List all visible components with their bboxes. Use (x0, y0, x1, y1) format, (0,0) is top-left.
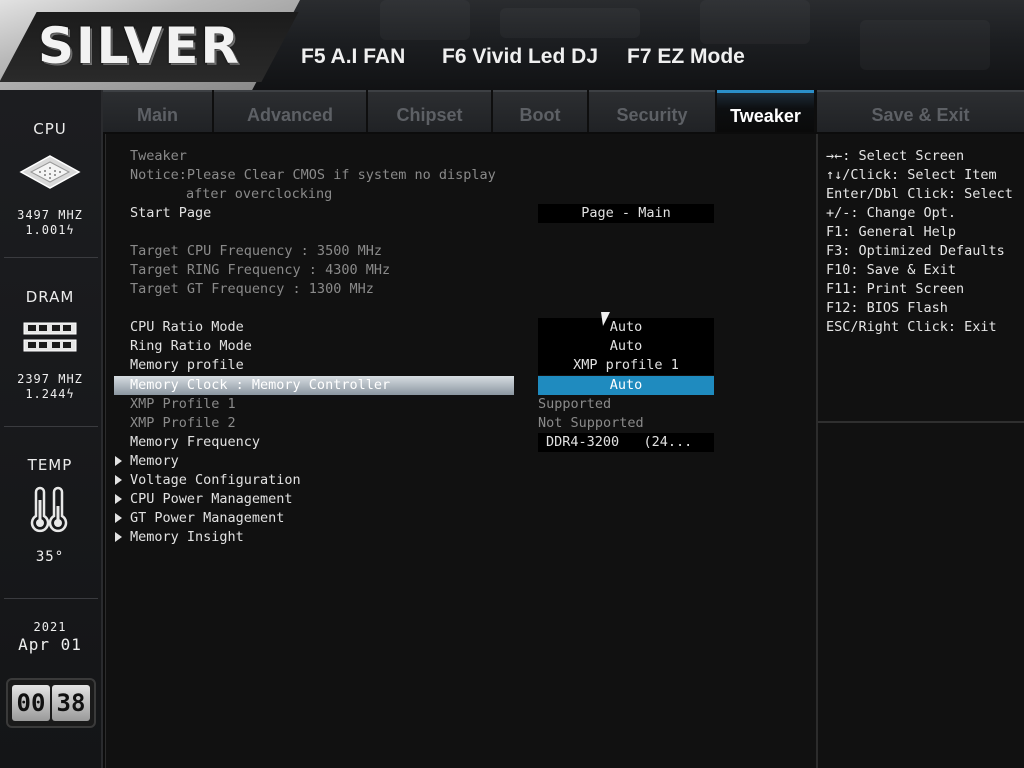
settings-panel: Tweaker Notice:Please Clear CMOS if syst… (105, 134, 816, 768)
xmp-profile-2-label: XMP Profile 2 (130, 415, 236, 431)
help-exit: ESC/Right Click: Exit (826, 319, 997, 335)
ez-mode-button[interactable]: F7 EZ Mode (627, 42, 745, 72)
ring-ratio-mode-value[interactable]: Auto (538, 337, 714, 356)
help-select: Enter/Dbl Click: Select (826, 186, 1013, 202)
submenu-arrow-icon (115, 494, 122, 504)
submenu-memory-insight[interactable]: Memory Insight (130, 528, 244, 547)
cpu-frequency: 3497 MHZ (17, 208, 83, 222)
tab-advanced[interactable]: Advanced (214, 90, 366, 132)
sidebar-divider (4, 257, 98, 258)
background-texture (700, 0, 810, 44)
help-divider (818, 421, 1024, 423)
memory-module-icon (23, 322, 77, 352)
help-general-help: F1: General Help (826, 224, 957, 240)
cpu-voltage: 1.001ϟ (25, 223, 75, 237)
submenu-arrow-icon (115, 456, 122, 466)
background-texture (500, 8, 640, 38)
cpu-ratio-mode-label[interactable]: CPU Ratio Mode (130, 318, 244, 337)
dram-voltage: 1.244ϟ (25, 387, 75, 401)
tab-tweaker[interactable]: Tweaker (717, 90, 814, 132)
cpu-chip-icon (19, 155, 81, 189)
sidebar-divider (4, 598, 98, 599)
clock-hours: 00 (12, 685, 50, 721)
date-year: 2021 (33, 620, 67, 634)
temp-title: TEMP (27, 456, 73, 474)
background-texture (860, 20, 990, 70)
help-bios-flash: F12: BIOS Flash (826, 300, 948, 316)
start-page-value[interactable]: Page - Main (538, 204, 714, 223)
dram-title: DRAM (25, 288, 75, 306)
memory-frequency-label[interactable]: Memory Frequency (130, 433, 260, 452)
submenu-arrow-icon (115, 532, 122, 542)
brand-logo: SILVER (38, 17, 241, 75)
help-select-item: ↑↓/Click: Select Item (826, 167, 997, 183)
clock-display: 00 38 (6, 678, 96, 728)
submenu-arrow-icon (115, 475, 122, 485)
dram-frequency: 2397 MHZ (17, 372, 83, 386)
tab-security[interactable]: Security (589, 90, 715, 132)
sidebar-divider (4, 426, 98, 427)
background-texture (380, 0, 470, 40)
date-monthday: Apr 01 (18, 635, 82, 654)
dram-status: DRAM 2397 MHZ 1.244ϟ (0, 288, 100, 402)
notice-text-continued: after overclocking (186, 186, 333, 202)
xmp-profile-2-value: Not Supported (538, 415, 644, 431)
section-title: Tweaker (130, 148, 187, 164)
tab-save-exit[interactable]: Save & Exit (817, 90, 1024, 132)
header-bar: SILVER F5 A.I FAN F6 Vivid Led DJ F7 EZ … (0, 0, 1024, 90)
help-optimized-defaults: F3: Optimized Defaults (826, 243, 1005, 259)
submenu-memory[interactable]: Memory (130, 452, 179, 471)
tab-main[interactable]: Main (103, 90, 212, 132)
status-sidebar: CPU 3497 MHZ 1.001ϟ DRAM 2397 MHZ 1.244ϟ (0, 90, 103, 768)
help-select-screen: →←: Select Screen (826, 148, 965, 164)
help-change-option: +/-: Change Opt. (826, 205, 957, 221)
target-cpu-frequency: Target CPU Frequency : 3500 MHz (130, 243, 382, 259)
help-print-screen: F11: Print Screen (826, 281, 965, 297)
tab-chipset[interactable]: Chipset (368, 90, 491, 132)
memory-profile-label[interactable]: Memory profile (130, 356, 244, 375)
target-gt-frequency: Target GT Frequency : 1300 MHz (130, 281, 374, 297)
memory-clock-value[interactable]: Auto (538, 376, 714, 395)
cpu-ratio-mode-value[interactable]: Auto (538, 318, 714, 337)
tab-boot[interactable]: Boot (493, 90, 587, 132)
cpu-title: CPU (33, 120, 67, 138)
submenu-cpu-power-management[interactable]: CPU Power Management (130, 490, 293, 509)
memory-profile-value[interactable]: XMP profile 1 (538, 356, 714, 375)
temperature-status: TEMP 35° (0, 456, 100, 565)
clock-minutes: 38 (52, 685, 90, 721)
help-panel: →←: Select Screen ↑↓/Click: Select Item … (816, 134, 1024, 768)
start-page-label: Start Page (130, 205, 212, 221)
ai-fan-button[interactable]: F5 A.I FAN (301, 42, 405, 72)
mouse-cursor-icon (601, 312, 612, 326)
submenu-voltage-configuration[interactable]: Voltage Configuration (130, 471, 301, 490)
help-save-exit: F10: Save & Exit (826, 262, 957, 278)
xmp-profile-1-label: XMP Profile 1 (130, 396, 236, 412)
cpu-status: CPU 3497 MHZ 1.001ϟ (0, 120, 100, 238)
target-ring-frequency: Target RING Frequency : 4300 MHz (130, 262, 391, 278)
date-display: 2021 Apr 01 (0, 620, 100, 655)
memory-frequency-value[interactable]: DDR4-3200 (24... (538, 433, 714, 452)
temperature-value: 35° (35, 549, 65, 565)
notice-text: Notice:Please Clear CMOS if system no di… (130, 167, 496, 183)
ring-ratio-mode-label[interactable]: Ring Ratio Mode (130, 337, 252, 356)
tab-bar: Main Advanced Chipset Boot Security Twea… (103, 90, 1024, 132)
thermometer-icon (30, 486, 68, 533)
submenu-arrow-icon (115, 513, 122, 523)
vivid-led-dj-button[interactable]: F6 Vivid Led DJ (442, 42, 598, 72)
xmp-profile-1-value: Supported (538, 396, 612, 412)
memory-clock-label[interactable]: Memory Clock : Memory Controller (130, 376, 390, 395)
submenu-gt-power-management[interactable]: GT Power Management (130, 509, 284, 528)
